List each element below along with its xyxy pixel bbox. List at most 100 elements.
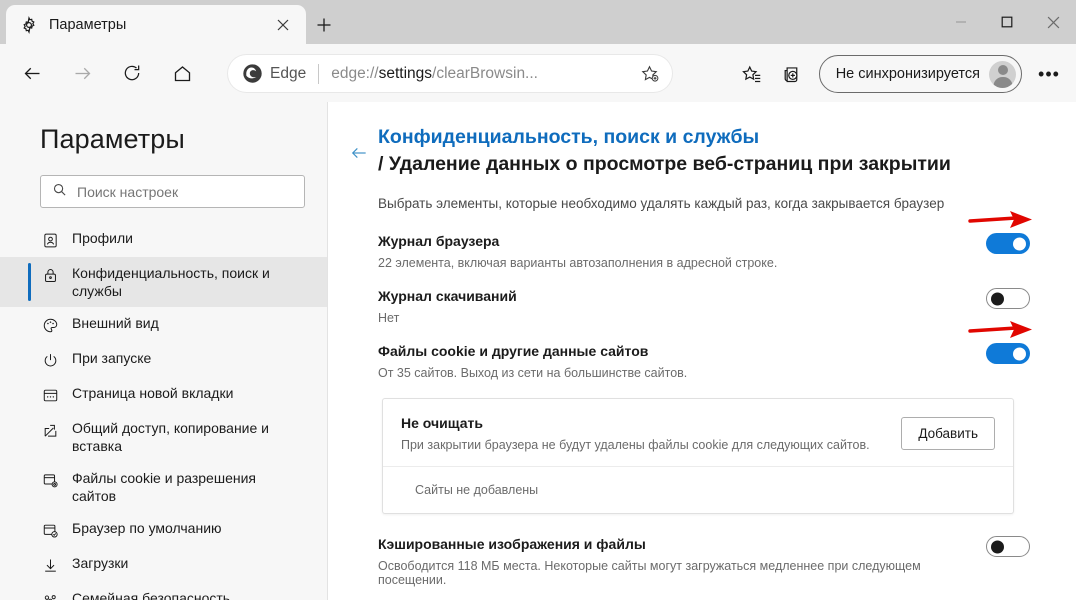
- sidebar-item-label: Внешний вид: [72, 315, 159, 331]
- close-icon[interactable]: [270, 12, 296, 38]
- default-browser-icon: [40, 520, 60, 540]
- sidebar-item-label: При запуске: [72, 350, 152, 366]
- profile-button[interactable]: Не синхронизируется: [818, 55, 1022, 93]
- breadcrumb-parent-link[interactable]: Конфиденциальность, поиск и службы: [378, 124, 1048, 150]
- url-highlight: settings: [378, 64, 433, 82]
- sidebar-item-downloads[interactable]: Загрузки: [0, 547, 327, 582]
- row-title: Кэшированные изображения и файлы: [378, 536, 646, 552]
- lock-icon: [40, 265, 60, 285]
- sidebar-item-family-safety[interactable]: Семейная безопасность: [0, 582, 327, 600]
- sidebar-item-label: Браузер по умолчанию: [72, 520, 222, 536]
- toggle-browsing-history[interactable]: [986, 233, 1030, 254]
- forward-arrow-icon: [64, 55, 100, 91]
- toolbar-right-actions: Не синхронизируется •••: [733, 55, 1068, 93]
- settings-search[interactable]: [40, 175, 305, 208]
- settings-main: Конфиденциальность, поиск и службы / Уда…: [328, 102, 1076, 600]
- setting-row-browsing-history: Журнал браузера 22 элемента, включая вар…: [378, 211, 1048, 270]
- sidebar-item-new-tab-page[interactable]: Страница новой вкладки: [0, 377, 327, 412]
- add-site-button[interactable]: Добавить: [901, 417, 995, 450]
- toggle-cookies[interactable]: [986, 343, 1030, 364]
- power-icon: [40, 350, 60, 370]
- favorites-hub-icon[interactable]: [733, 55, 771, 93]
- refresh-icon[interactable]: [114, 55, 150, 91]
- cookie-permissions-icon: [40, 470, 60, 490]
- sidebar-item-appearance[interactable]: Внешний вид: [0, 307, 327, 342]
- collections-icon[interactable]: [773, 55, 811, 93]
- palette-icon: [40, 315, 60, 335]
- sidebar-item-label: Загрузки: [72, 555, 129, 571]
- settings-rows: Журнал браузера 22 элемента, включая вар…: [378, 211, 1048, 380]
- tab-title: Параметры: [49, 16, 127, 33]
- address-bar[interactable]: Edge edge://settings/clearBrowsin...: [228, 55, 672, 92]
- profiles-icon: [40, 230, 60, 250]
- settings-rows-bottom: Кэшированные изображения и файлы Освобод…: [378, 536, 1048, 587]
- card-description: При закрытии браузера не будут удалены ф…: [401, 438, 870, 452]
- red-arrow-annotation: [968, 209, 1034, 231]
- sidebar-item-label: Общий доступ, копирование и вставка: [72, 420, 269, 454]
- setting-row-cookies: Файлы cookie и другие данные сайтов От 3…: [378, 321, 1048, 380]
- breadcrumb: Конфиденциальность, поиск и службы / Уда…: [378, 124, 1048, 178]
- card-title: Не очищать: [401, 415, 483, 431]
- back-arrow-icon[interactable]: [14, 55, 50, 91]
- search-input[interactable]: [77, 183, 282, 200]
- share-icon: [40, 420, 60, 440]
- row-subtitle: Нет: [378, 311, 400, 325]
- settings-sidebar: Параметры Профили: [0, 102, 328, 600]
- profile-label: Не синхронизируется: [835, 66, 980, 82]
- empty-state-text: Сайты не добавлены: [415, 483, 539, 497]
- card-empty-state: Сайты не добавлены: [383, 466, 1013, 513]
- url-prefix: edge://: [331, 64, 379, 82]
- browser-tab-settings[interactable]: Параметры: [6, 5, 306, 44]
- row-title: Журнал браузера: [378, 233, 500, 249]
- omnibox-url[interactable]: edge://settings/clearBrowsin...: [331, 65, 634, 83]
- tab-strip: Параметры: [0, 0, 1076, 44]
- page-title: Параметры: [40, 124, 185, 154]
- settings-page: Параметры Профили: [0, 102, 1076, 600]
- setting-row-cached-images: Кэшированные изображения и файлы Освобод…: [378, 536, 1048, 587]
- add-favorite-icon[interactable]: [634, 59, 664, 89]
- breadcrumb-current: / Удаление данных о просмотре веб-страни…: [378, 153, 951, 175]
- back-arrow-icon[interactable]: [348, 142, 370, 164]
- download-icon: [40, 555, 60, 575]
- close-window-icon[interactable]: [1030, 0, 1076, 44]
- sidebar-item-cookies-permissions[interactable]: Файлы cookie и разрешения сайтов: [0, 462, 327, 512]
- row-title: Файлы cookie и другие данные сайтов: [378, 343, 649, 359]
- sidebar-item-startup[interactable]: При запуске: [0, 342, 327, 377]
- omnibox-divider: [318, 63, 320, 84]
- sidebar-item-label: Профили: [72, 230, 133, 246]
- sidebar-item-privacy[interactable]: Конфиденциальность, поиск и службы: [0, 257, 327, 307]
- section-description: Выбрать элементы, которые необходимо уда…: [378, 196, 945, 211]
- row-subtitle: От 35 сайтов. Выход из сети на большинст…: [378, 366, 688, 380]
- new-tab-page-icon: [40, 385, 60, 405]
- omnibox-brand-label: Edge: [270, 64, 307, 82]
- do-not-clear-card: Не очищать При закрытии браузера не буду…: [382, 398, 1014, 514]
- minimize-icon[interactable]: [938, 0, 984, 44]
- new-tab-button[interactable]: [310, 11, 338, 39]
- row-subtitle: 22 элемента, включая варианты автозаполн…: [378, 256, 778, 270]
- card-header: Не очищать При закрытии браузера не буду…: [383, 399, 1013, 466]
- search-icon: [52, 182, 67, 202]
- edge-logo-icon: [242, 63, 263, 84]
- sidebar-item-profiles[interactable]: Профили: [0, 222, 327, 257]
- toggle-download-history[interactable]: [986, 288, 1030, 309]
- sidebar-item-label: Конфиденциальность, поиск и службы: [72, 265, 270, 299]
- avatar-icon: [989, 60, 1016, 88]
- sidebar-item-default-browser[interactable]: Браузер по умолчанию: [0, 512, 327, 547]
- gear-icon: [19, 15, 39, 35]
- row-title: Журнал скачиваний: [378, 288, 517, 304]
- home-icon[interactable]: [164, 55, 200, 91]
- family-safety-icon: [40, 590, 60, 600]
- browser-window: Параметры Edge edge://settings/clearBrow…: [0, 0, 1076, 600]
- sidebar-item-label: Файлы cookie и разрешения сайтов: [72, 470, 256, 504]
- row-subtitle: Освободится 118 МБ места. Некоторые сайт…: [378, 559, 921, 587]
- more-options-icon[interactable]: •••: [1030, 55, 1068, 93]
- maximize-icon[interactable]: [984, 0, 1030, 44]
- url-suffix: /clearBrowsin...: [432, 64, 538, 82]
- more-dots: •••: [1038, 63, 1060, 84]
- sidebar-nav: Профили Конфиденциальность, поиск и служ…: [0, 222, 327, 600]
- sidebar-item-label: Страница новой вкладки: [72, 385, 234, 401]
- window-controls: [938, 0, 1076, 44]
- sidebar-item-share-copy-paste[interactable]: Общий доступ, копирование и вставка: [0, 412, 327, 462]
- toggle-cached-images[interactable]: [986, 536, 1030, 557]
- sidebar-item-label: Семейная безопасность: [72, 590, 231, 600]
